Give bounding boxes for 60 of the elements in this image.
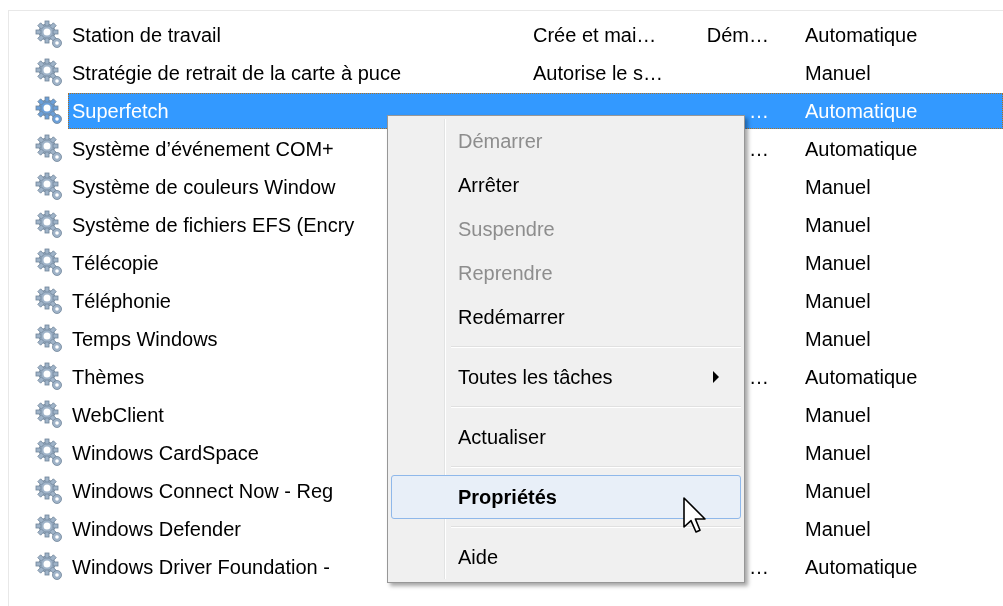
service-startup-type: Automatique xyxy=(805,366,918,388)
service-name: Système de fichiers EFS (Encry xyxy=(72,214,355,236)
service-startup-type: Automatique xyxy=(805,138,918,160)
service-startup-type: Manuel xyxy=(805,518,871,540)
gear-icon xyxy=(35,362,65,392)
service-name: Télécopie xyxy=(72,252,159,274)
service-status: … xyxy=(749,556,769,578)
gear-icon xyxy=(35,134,65,164)
service-startup-type: Automatique xyxy=(805,100,918,122)
gear-icon xyxy=(35,438,65,468)
gear-icon xyxy=(35,552,65,582)
service-name: Thèmes xyxy=(72,366,145,388)
menu-item[interactable]: Actualiser xyxy=(391,415,741,459)
gear-icon xyxy=(35,96,65,126)
gear-icon xyxy=(35,286,65,316)
gear-icon xyxy=(35,514,65,544)
service-name: Système d’événement COM+ xyxy=(72,138,334,160)
service-name: Windows Driver Foundation - xyxy=(72,556,330,578)
service-name: Téléphonie xyxy=(72,290,171,312)
menu-item[interactable]: Toutes les tâches xyxy=(391,355,741,399)
service-description: Crée et mai… xyxy=(533,24,657,46)
submenu-arrow-icon xyxy=(712,371,720,383)
service-description: Autorise le s… xyxy=(533,62,664,84)
service-startup-type: Manuel xyxy=(805,62,871,84)
gear-icon xyxy=(35,172,65,202)
service-name: Windows Connect Now - Reg xyxy=(72,480,334,502)
service-startup-type: Automatique xyxy=(805,24,918,46)
service-startup-type: Manuel xyxy=(805,176,871,198)
service-name: Superfetch xyxy=(72,100,169,122)
service-name: Stratégie de retrait de la carte à puce xyxy=(72,62,402,84)
gear-icon xyxy=(35,58,65,88)
service-startup-type: Manuel xyxy=(805,290,871,312)
service-startup-type: Manuel xyxy=(805,404,871,426)
service-name: Windows CardSpace xyxy=(72,442,259,464)
service-status: Dém… xyxy=(706,24,769,46)
gear-icon xyxy=(35,20,65,50)
menu-item[interactable]: Redémarrer xyxy=(391,295,741,339)
service-startup-type: Manuel xyxy=(805,252,871,274)
gear-icon xyxy=(35,400,65,430)
service-name: Système de couleurs Window xyxy=(72,176,336,198)
service-startup-type: Manuel xyxy=(805,480,871,502)
service-name: WebClient xyxy=(72,404,164,426)
menu-item[interactable]: Aide xyxy=(391,535,741,579)
service-name: Windows Defender xyxy=(72,518,241,540)
gear-icon xyxy=(35,210,65,240)
gear-icon xyxy=(35,476,65,506)
service-status: … xyxy=(749,100,769,122)
mouse-pointer-icon xyxy=(683,497,707,535)
service-status: … xyxy=(749,138,769,160)
gear-icon xyxy=(35,248,65,278)
service-status: … xyxy=(749,366,769,388)
service-startup-type: Automatique xyxy=(805,556,918,578)
service-name: Temps Windows xyxy=(72,328,218,350)
menu-item[interactable]: Propriétés xyxy=(391,475,741,519)
service-startup-type: Manuel xyxy=(805,442,871,464)
gear-icon xyxy=(35,324,65,354)
service-startup-type: Manuel xyxy=(805,214,871,236)
service-startup-type: Manuel xyxy=(805,328,871,350)
service-name: Station de travail xyxy=(72,24,221,46)
menu-item[interactable]: Arrêter xyxy=(391,163,741,207)
